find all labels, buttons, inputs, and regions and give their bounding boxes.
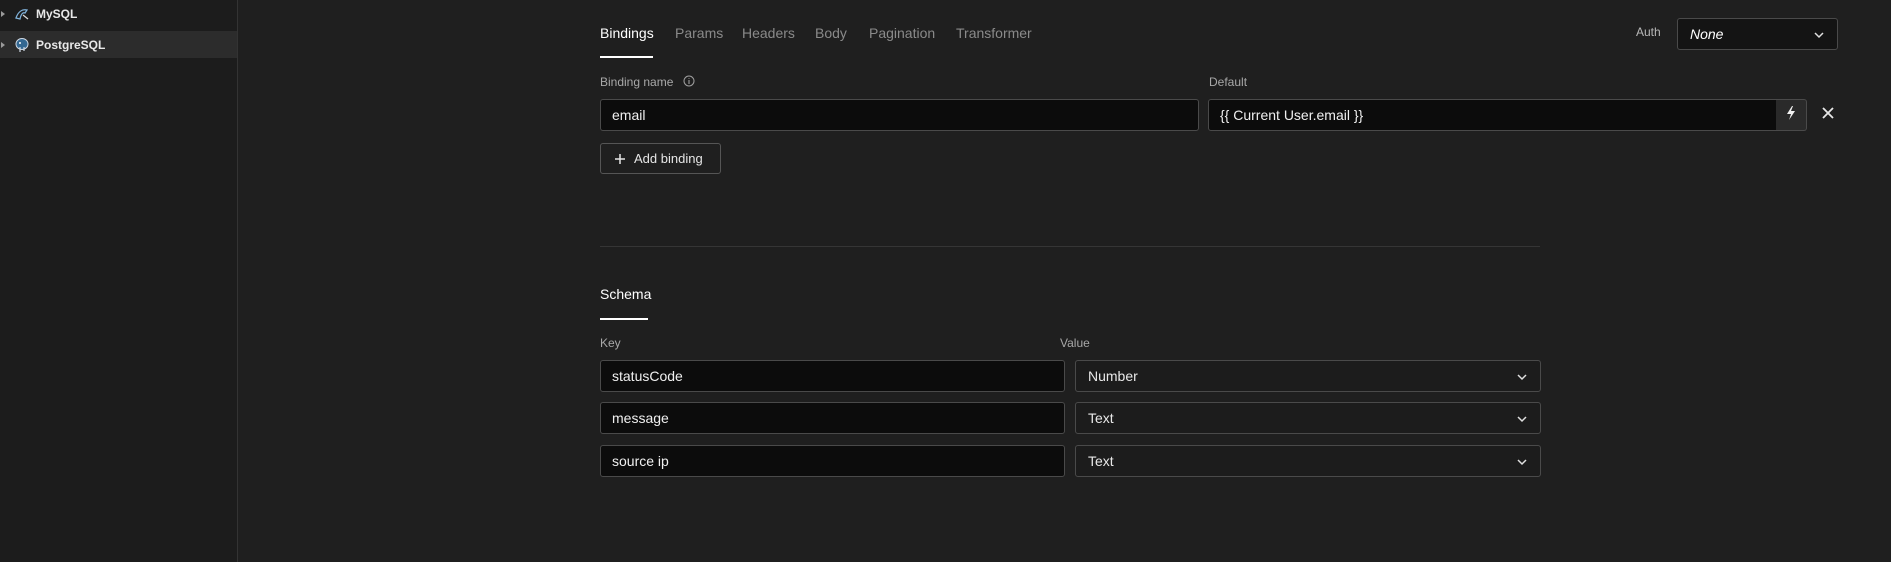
schema-key-input[interactable]: message xyxy=(600,402,1065,434)
binding-name-input[interactable]: email xyxy=(600,99,1199,131)
chevron-down-icon xyxy=(1516,370,1528,386)
schema-key-input[interactable]: statusCode xyxy=(600,360,1065,392)
sidebar-item-mysql[interactable]: MySQL xyxy=(0,0,237,27)
sidebar-item-postgresql[interactable]: PostgreSQL xyxy=(0,31,237,58)
tab-bindings[interactable]: Bindings xyxy=(600,24,654,60)
info-icon[interactable] xyxy=(683,75,695,90)
chevron-down-icon xyxy=(1813,28,1825,44)
tab-transformer[interactable]: Transformer xyxy=(956,24,1032,60)
schema-value-label: Value xyxy=(1060,336,1090,350)
tab-params[interactable]: Params xyxy=(675,24,723,60)
sidebar: MySQL PostgreSQL xyxy=(0,0,238,562)
schema-value-text: Text xyxy=(1088,453,1114,469)
lightning-icon xyxy=(1785,105,1797,126)
schema-key-label: Key xyxy=(600,336,621,350)
schema-value-text: Number xyxy=(1088,368,1138,384)
app-root: MySQL PostgreSQL Bindings Params Headers… xyxy=(0,0,1891,562)
schema-tab-indicator xyxy=(600,318,648,320)
tab-pagination[interactable]: Pagination xyxy=(869,24,935,60)
add-binding-label: Add binding xyxy=(634,151,703,166)
tab-body[interactable]: Body xyxy=(815,24,847,60)
sidebar-item-label: MySQL xyxy=(36,6,78,21)
expand-caret-icon[interactable] xyxy=(1,41,5,48)
remove-binding-button[interactable] xyxy=(1818,105,1838,125)
plus-icon xyxy=(614,153,626,165)
close-icon xyxy=(1821,106,1835,125)
binding-name-label: Binding name xyxy=(600,75,695,90)
auth-label: Auth xyxy=(1636,25,1661,39)
mysql-icon xyxy=(14,6,30,22)
chevron-down-icon xyxy=(1516,412,1528,428)
schema-value-text: Text xyxy=(1088,410,1114,426)
expand-caret-icon[interactable] xyxy=(1,10,5,17)
auth-select-value: None xyxy=(1690,26,1724,42)
binding-default-input[interactable]: {{ Current User.email }} xyxy=(1208,99,1777,131)
schema-key-input[interactable]: source ip xyxy=(600,445,1065,477)
sidebar-item-label: PostgreSQL xyxy=(36,37,106,52)
postgresql-icon xyxy=(14,37,30,53)
active-tab-indicator xyxy=(600,56,653,58)
binding-name-label-text: Binding name xyxy=(600,75,674,89)
chevron-down-icon xyxy=(1516,455,1528,471)
schema-value-select[interactable]: Number xyxy=(1075,360,1541,392)
schema-value-select[interactable]: Text xyxy=(1075,402,1541,434)
dynamic-value-button[interactable] xyxy=(1776,99,1807,131)
add-binding-button[interactable]: Add binding xyxy=(600,143,721,174)
section-divider xyxy=(600,246,1540,247)
auth-select[interactable]: None xyxy=(1677,18,1838,50)
tab-schema[interactable]: Schema xyxy=(600,286,651,302)
schema-value-select[interactable]: Text xyxy=(1075,445,1541,477)
default-label: Default xyxy=(1209,75,1248,89)
tab-headers[interactable]: Headers xyxy=(742,24,795,60)
